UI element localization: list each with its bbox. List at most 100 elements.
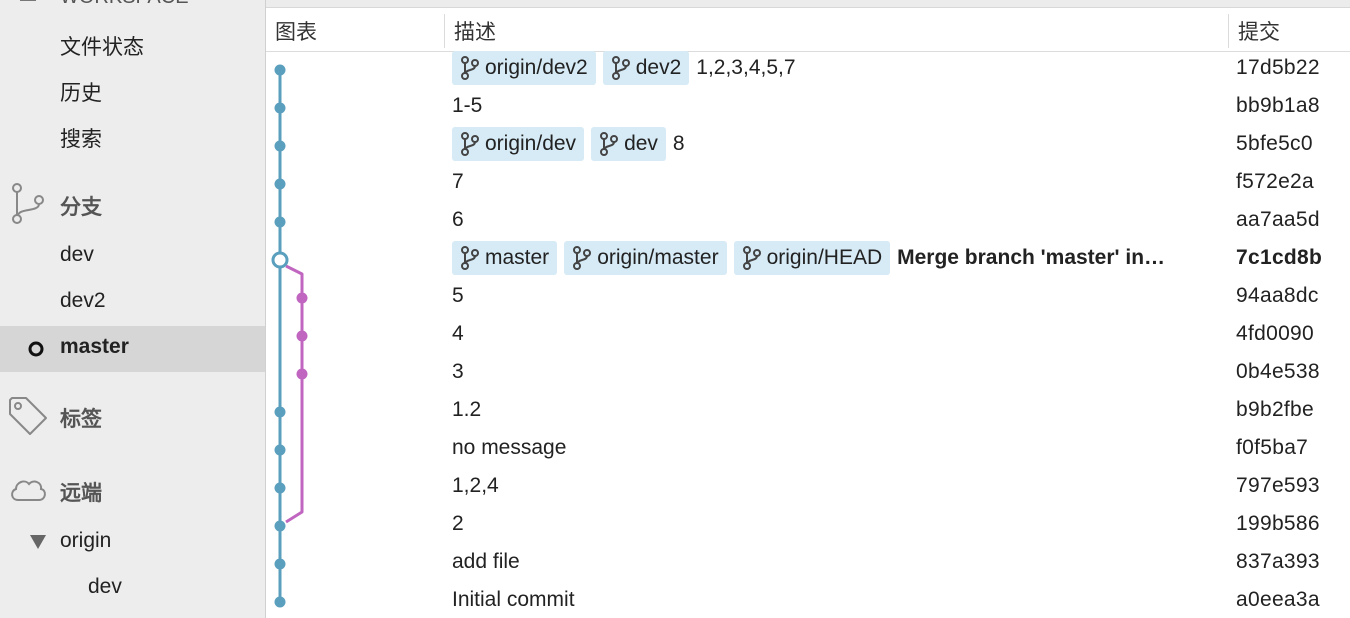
commit-row[interactable]: 1,2,4 797e593 xyxy=(266,467,1350,505)
git-branch-icon xyxy=(742,246,761,270)
commit-row[interactable]: 7 f572e2a xyxy=(266,163,1350,201)
commit-message: 1-5 xyxy=(452,94,483,117)
git-branch-icon xyxy=(461,56,479,80)
commit-description: origin/dev dev 8 xyxy=(452,125,685,163)
commit-description: 2 xyxy=(452,505,464,543)
disclosure-triangle-icon[interactable] xyxy=(30,535,46,549)
commit-row[interactable]: add file 837a393 xyxy=(266,543,1350,581)
commit-hash: a0eea3a xyxy=(1236,588,1320,611)
sidebar: WORKSPACE 文件状态 历史 搜索 分支 dev dev2 master … xyxy=(0,0,266,618)
commit-row[interactable]: 3 0b4e538 xyxy=(266,353,1350,391)
commit-description: no message xyxy=(452,429,566,467)
branch-ref-label[interactable]: origin/dev xyxy=(452,127,585,161)
commit-description: 1,2,4 xyxy=(452,467,499,505)
commit-message: Initial commit xyxy=(452,588,575,611)
commit-row[interactable]: 2 199b586 xyxy=(266,505,1350,543)
sidebar-branch-dev[interactable]: dev xyxy=(60,243,94,267)
commit-description: Initial commit xyxy=(452,581,575,618)
commit-row[interactable]: origin/dev dev 8 5bfe5c0 xyxy=(266,125,1350,163)
branch-icon xyxy=(12,183,44,224)
commit-hash: 199b586 xyxy=(1236,512,1320,535)
sidebar-item-history[interactable]: 历史 xyxy=(60,77,102,107)
branch-ref-label[interactable]: origin/HEAD xyxy=(733,241,891,275)
commit-hash: 0b4e538 xyxy=(1236,360,1320,383)
branch-ref-label[interactable]: origin/master xyxy=(564,241,727,275)
commit-hash: 7c1cd8b xyxy=(1236,246,1323,269)
git-branch-icon xyxy=(611,56,630,80)
commit-description: 5 xyxy=(452,277,464,315)
commit-hash: 797e593 xyxy=(1236,474,1320,497)
commit-hash: bb9b1a8 xyxy=(1236,94,1320,117)
branch-ref-label[interactable]: master xyxy=(452,241,558,275)
branch-ref-label[interactable]: dev xyxy=(591,127,666,161)
commit-message: add file xyxy=(452,550,520,573)
tag-icon xyxy=(9,397,47,435)
commit-row[interactable]: no message f0f5ba7 xyxy=(266,429,1350,467)
branch-ref-label[interactable]: dev2 xyxy=(602,51,690,85)
git-branch-icon xyxy=(461,132,479,156)
sidebar-item-search[interactable]: 搜索 xyxy=(60,123,102,153)
commit-description: 6 xyxy=(452,201,464,239)
commit-message: 1,2,3,4,5,7 xyxy=(696,56,796,79)
sidebar-remote-origin[interactable]: origin xyxy=(60,529,111,553)
commit-row[interactable]: 6 aa7aa5d xyxy=(266,201,1350,239)
branch-ref-text: origin/dev xyxy=(485,132,577,155)
column-header: 图表 描述 提交 xyxy=(266,8,1350,52)
sidebar-branch-dev2[interactable]: dev2 xyxy=(60,289,106,313)
current-branch-icon xyxy=(28,341,44,357)
commit-message: 2 xyxy=(452,512,464,535)
commit-row[interactable]: origin/dev2 dev2 1,2,3,4,5,7 17d5b22 xyxy=(266,49,1350,87)
branch-ref-text: master xyxy=(485,246,550,269)
commit-message: 1.2 xyxy=(452,398,482,421)
workspace-label: WORKSPACE xyxy=(60,0,189,9)
commit-hash: f572e2a xyxy=(1236,170,1315,193)
sidebar-branch-master[interactable]: master xyxy=(60,335,129,359)
commit-hash: 4fd0090 xyxy=(1236,322,1315,345)
commit-hash: aa7aa5d xyxy=(1236,208,1320,231)
column-description-header[interactable]: 描述 xyxy=(454,16,496,46)
commit-row[interactable]: 5 94aa8dc xyxy=(266,277,1350,315)
commit-message: 1,2,4 xyxy=(452,474,499,497)
column-commit-header[interactable]: 提交 xyxy=(1238,16,1280,46)
commit-description: 1.2 xyxy=(452,391,481,429)
branch-ref-text: dev2 xyxy=(635,56,682,79)
commit-row[interactable]: 1-5 bb9b1a8 xyxy=(266,87,1350,125)
git-branch-icon xyxy=(573,246,592,270)
commit-message: 8 xyxy=(672,132,685,155)
sidebar-remote-branch-dev[interactable]: dev xyxy=(88,575,122,599)
commit-description: 1-5 xyxy=(452,87,482,125)
branches-section-label[interactable]: 分支 xyxy=(60,191,102,221)
branch-ref-text: origin/HEAD xyxy=(766,246,883,269)
commit-row[interactable]: Initial commit a0eea3a xyxy=(266,581,1350,618)
column-divider[interactable] xyxy=(444,14,445,48)
branch-ref-text: origin/dev2 xyxy=(485,56,588,79)
column-graph-header[interactable]: 图表 xyxy=(275,16,317,46)
commit-message: 4 xyxy=(452,322,464,345)
commit-description: origin/dev2 dev2 1,2,3,4,5,7 xyxy=(452,49,796,87)
git-branch-icon xyxy=(600,132,619,156)
commit-row[interactable]: 4 4fd0090 xyxy=(266,315,1350,353)
toolbar-strip xyxy=(266,0,1350,8)
commit-message: 3 xyxy=(452,360,464,383)
commit-hash: b9b2fbe xyxy=(1236,398,1315,421)
cloud-icon xyxy=(11,480,46,501)
branch-ref-text: origin/master xyxy=(597,246,719,269)
commit-message: no message xyxy=(452,436,567,459)
commit-row[interactable]: 1.2 b9b2fbe xyxy=(266,391,1350,429)
commit-hash: f0f5ba7 xyxy=(1236,436,1309,459)
tags-section-label[interactable]: 标签 xyxy=(60,403,102,433)
sidebar-item-file-status[interactable]: 文件状态 xyxy=(60,31,144,61)
branch-ref-label[interactable]: origin/dev2 xyxy=(452,51,596,85)
commit-description: master origin/master origin/HEAD Merge bran… xyxy=(452,239,1165,277)
commit-hash: 17d5b22 xyxy=(1236,56,1320,79)
remotes-section-label[interactable]: 远端 xyxy=(60,477,102,507)
commit-message: 6 xyxy=(452,208,464,231)
commit-message: 5 xyxy=(452,284,464,307)
commit-description: 7 xyxy=(452,163,464,201)
column-divider[interactable] xyxy=(1228,14,1229,48)
workspace-section-header[interactable]: WORKSPACE xyxy=(0,0,265,8)
commit-row[interactable]: master origin/master origin/HEAD Merge bran… xyxy=(266,239,1350,277)
git-branch-icon xyxy=(461,246,479,270)
commit-hash: 837a393 xyxy=(1236,550,1320,573)
commit-history-panel: 图表 描述 提交 origin/dev2 dev2 1,2,3,4,5,7 17d5b… xyxy=(266,0,1350,618)
